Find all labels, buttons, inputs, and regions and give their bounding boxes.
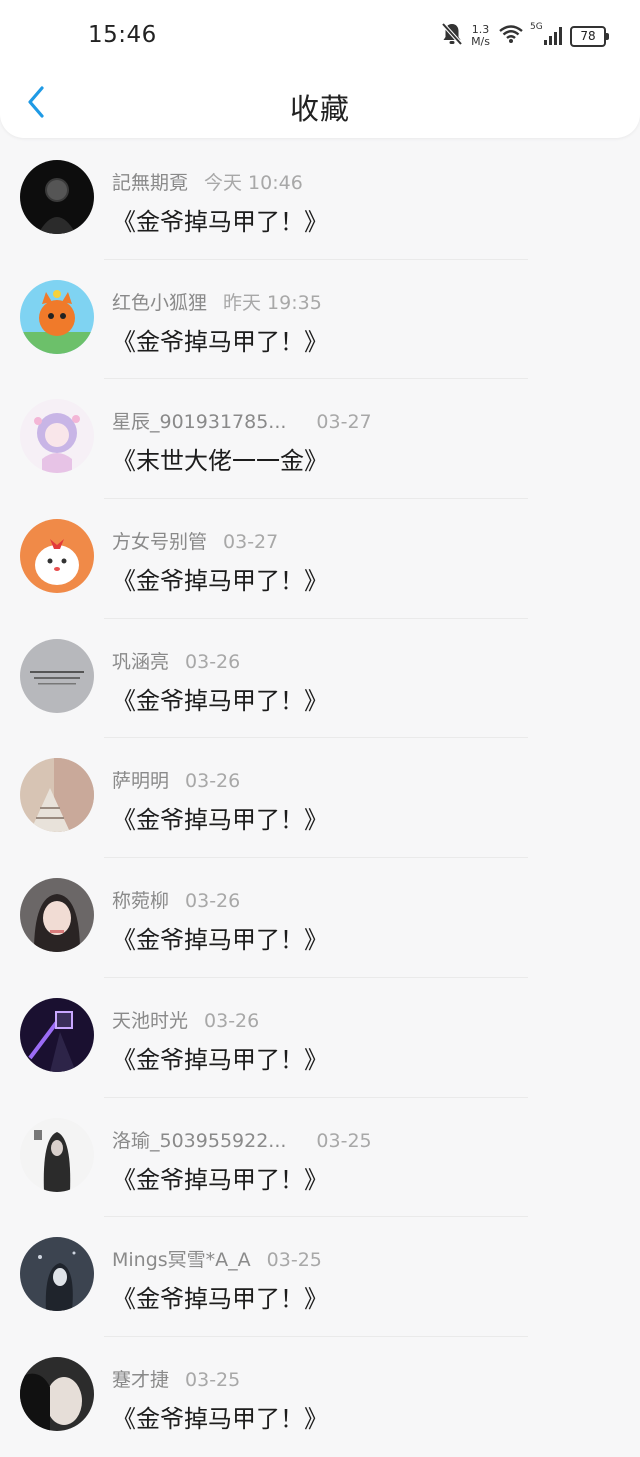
status-icons: 1.3 M/s 5G 78 [441, 20, 609, 52]
battery-level: 78 [580, 29, 596, 43]
book-title[interactable]: 《末世大佬一一金》 [112, 441, 328, 476]
list-item[interactable]: 巩涵亮 03-26 《金爷掉马甲了！》 [0, 619, 640, 739]
book-title[interactable]: 《金爷掉马甲了！》 [112, 920, 328, 955]
book-title[interactable]: 《金爷掉马甲了！》 [112, 681, 328, 716]
item-time: 03-26 [185, 770, 241, 793]
list-item[interactable]: 蹇才捷 03-25 《金爷掉马甲了！》 [0, 1337, 640, 1457]
book-title[interactable]: 《金爷掉马甲了！》 [112, 322, 328, 357]
list-item[interactable]: 星辰_901931785... 03-27 《末世大佬一一金》 [0, 379, 640, 500]
user-name[interactable]: 巩涵亮 [112, 651, 169, 673]
list-item[interactable]: 红色小狐狸 昨天 19:35 《金爷掉马甲了！》 [0, 260, 640, 380]
item-time: 03-27 [223, 531, 279, 554]
item-meta: 称菀柳 03-26 [112, 886, 240, 913]
item-meta: 星辰_901931785... 03-27 [112, 407, 372, 434]
avatar[interactable] [20, 997, 94, 1072]
user-name[interactable]: 記無期覔 [112, 172, 188, 194]
item-meta: 方女号别管 03-27 [112, 527, 278, 554]
list-item[interactable]: 方女号别管 03-27 《金爷掉马甲了！》 [0, 499, 640, 619]
status-time: 15:46 [88, 22, 157, 48]
avatar[interactable] [20, 1237, 94, 1312]
wifi-icon [498, 24, 524, 48]
item-meta: 記無期覔 今天 10:46 [112, 168, 303, 195]
battery-indicator: 78 [570, 25, 609, 47]
user-name[interactable]: 星辰_901931785... [112, 411, 286, 433]
page-title: 收藏 [289, 92, 350, 126]
item-time: 今天 10:46 [204, 172, 303, 194]
avatar[interactable] [20, 758, 94, 833]
avatar[interactable] [20, 878, 94, 953]
avatar[interactable] [20, 160, 94, 234]
item-time: 03-26 [185, 650, 241, 673]
cellular-signal-icon: 5G [530, 23, 562, 45]
book-title[interactable]: 《金爷掉马甲了！》 [112, 202, 328, 237]
user-name[interactable]: Mings冥雪*A_A [112, 1249, 251, 1271]
favorites-list: 記無期覔 今天 10:46 《金爷掉马甲了！》 红色小狐狸 昨天 19:35 《金爷… [0, 140, 640, 1457]
item-meta: 洛瑜_503955922... 03-25 [112, 1126, 372, 1153]
item-meta: 巩涵亮 03-26 [112, 647, 240, 674]
user-name[interactable]: 天池时光 [112, 1010, 188, 1032]
mute-bell-icon [441, 22, 463, 50]
book-title[interactable]: 《金爷掉马甲了！》 [112, 1040, 328, 1075]
item-time: 03-25 [266, 1249, 322, 1272]
book-title[interactable]: 《金爷掉马甲了！》 [112, 1279, 328, 1314]
item-meta: 天池时光 03-26 [112, 1006, 259, 1033]
list-item[interactable]: 萨明明 03-26 《金爷掉马甲了！》 [0, 738, 640, 859]
avatar[interactable] [20, 399, 94, 474]
avatar[interactable] [20, 1117, 94, 1192]
list-item[interactable]: 記無期覔 今天 10:46 《金爷掉马甲了！》 [0, 140, 640, 260]
item-time: 昨天 19:35 [223, 291, 322, 314]
item-time: 03-25 [185, 1368, 241, 1391]
book-title[interactable]: 《金爷掉马甲了！》 [112, 1399, 328, 1434]
book-title[interactable]: 《金爷掉马甲了！》 [112, 1160, 328, 1195]
network-speed: 1.3 M/s [471, 24, 490, 48]
item-meta: 萨明明 03-26 [112, 766, 240, 793]
avatar[interactable] [20, 638, 94, 713]
avatar[interactable] [20, 519, 94, 594]
item-time: 03-25 [316, 1129, 372, 1152]
book-title[interactable]: 《金爷掉马甲了！》 [112, 800, 328, 835]
nav-bar: 收藏 [0, 70, 640, 138]
item-meta: 蹇才捷 03-25 [112, 1365, 240, 1392]
list-item[interactable]: 天池时光 03-26 《金爷掉马甲了！》 [0, 978, 640, 1098]
user-name[interactable]: 红色小狐狸 [112, 292, 207, 314]
book-title[interactable]: 《金爷掉马甲了！》 [112, 561, 328, 596]
user-name[interactable]: 蹇才捷 [112, 1369, 169, 1391]
list-item[interactable]: 洛瑜_503955922... 03-25 《金爷掉马甲了！》 [0, 1098, 640, 1218]
list-item[interactable]: Mings冥雪*A_A 03-25 《金爷掉马甲了！》 [0, 1217, 640, 1337]
avatar[interactable] [20, 1356, 94, 1431]
user-name[interactable]: 方女号别管 [112, 531, 207, 553]
user-name[interactable]: 萨明明 [112, 770, 169, 792]
network-speed-unit: M/s [471, 35, 490, 48]
header: 15:46 1.3 M/s 5G 78 收藏 [0, 0, 640, 138]
item-time: 03-27 [316, 411, 372, 434]
user-name[interactable]: 洛瑜_503955922... [112, 1130, 286, 1152]
signal-type-label: 5G [530, 22, 543, 32]
avatar[interactable] [20, 279, 94, 354]
item-time: 03-26 [204, 1009, 260, 1032]
item-meta: Mings冥雪*A_A 03-25 [112, 1245, 322, 1272]
item-meta: 红色小狐狸 昨天 19:35 [112, 288, 322, 315]
status-bar: 15:46 1.3 M/s 5G 78 [0, 0, 640, 70]
list-item[interactable]: 称菀柳 03-26 《金爷掉马甲了！》 [0, 858, 640, 978]
item-time: 03-26 [185, 890, 241, 913]
user-name[interactable]: 称菀柳 [112, 890, 169, 912]
